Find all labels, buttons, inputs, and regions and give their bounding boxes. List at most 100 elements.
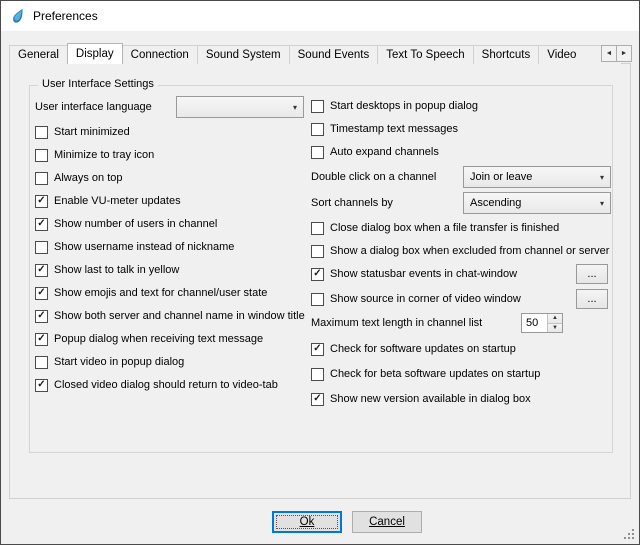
checkbox-box: ✓	[35, 379, 48, 392]
spinbox-buttons: ▲ ▼	[547, 314, 562, 332]
checkbox-check-beta-updates[interactable]: Check for beta software updates on start…	[311, 366, 540, 382]
statusbar-events-more-button[interactable]: ...	[576, 264, 608, 284]
checkbox-box	[35, 172, 48, 185]
checkbox-always-on-top[interactable]: Always on top	[35, 170, 122, 186]
preferences-dialog: Preferences General Display Connection S…	[0, 0, 640, 545]
checkbox-statusbar-events[interactable]: ✓ Show statusbar events in chat-window	[311, 266, 517, 282]
checkbox-show-number-of-users[interactable]: ✓ Show number of users in channel	[35, 216, 217, 232]
double-click-combobox-value: Join or leave	[470, 171, 532, 183]
tab-scroll-right-icon[interactable]: ►	[616, 45, 632, 62]
title-bar[interactable]: Preferences	[1, 1, 639, 31]
checkbox-timestamp-messages[interactable]: Timestamp text messages	[311, 121, 458, 137]
checkbox-box	[311, 293, 324, 306]
sort-channels-combobox[interactable]: Ascending ▾	[463, 192, 611, 214]
checkbox-label: Always on top	[54, 172, 122, 184]
checkbox-show-last-to-talk[interactable]: ✓ Show last to talk in yellow	[35, 262, 179, 278]
checkbox-start-video-popup[interactable]: Start video in popup dialog	[35, 354, 184, 370]
max-text-length-label: Maximum text length in channel list	[311, 315, 482, 331]
checkbox-label: Show emojis and text for channel/user st…	[54, 287, 267, 299]
checkbox-label: Show username instead of nickname	[54, 241, 234, 253]
checkbox-box: ✓	[35, 218, 48, 231]
ok-button[interactable]: Ok	[272, 511, 342, 533]
checkbox-label: Start minimized	[54, 126, 130, 138]
checkbox-show-new-version[interactable]: ✓ Show new version available in dialog b…	[311, 391, 531, 407]
language-label: User interface language	[35, 99, 152, 115]
checkbox-label: Auto expand channels	[330, 146, 439, 158]
checkbox-box	[311, 146, 324, 159]
checkbox-box: ✓	[35, 287, 48, 300]
tab-text-to-speech[interactable]: Text To Speech	[377, 45, 473, 64]
resize-grip-icon[interactable]	[623, 528, 636, 541]
checkbox-show-server-channel-title[interactable]: ✓ Show both server and channel name in w…	[35, 308, 305, 324]
chevron-down-icon: ▾	[293, 103, 297, 112]
checkbox-box: ✓	[35, 195, 48, 208]
checkbox-start-desktops-popup[interactable]: Start desktops in popup dialog	[311, 98, 478, 114]
checkbox-box: ✓	[35, 264, 48, 277]
checkbox-minimize-to-tray[interactable]: Minimize to tray icon	[35, 147, 154, 163]
checkbox-popup-text-message[interactable]: ✓ Popup dialog when receiving text messa…	[35, 331, 263, 347]
sort-channels-combobox-value: Ascending	[470, 197, 521, 209]
group-title: User Interface Settings	[38, 78, 158, 90]
checkbox-box	[311, 222, 324, 235]
checkbox-dialog-when-excluded[interactable]: Show a dialog box when excluded from cha…	[311, 243, 609, 259]
tab-bar: General Display Connection Sound System …	[9, 43, 621, 64]
checkbox-label: Start video in popup dialog	[54, 356, 184, 368]
spin-down-icon[interactable]: ▼	[548, 323, 562, 333]
window-title: Preferences	[33, 9, 98, 23]
checkbox-box	[35, 149, 48, 162]
checkbox-label: Check for beta software updates on start…	[330, 368, 540, 380]
checkbox-show-emojis[interactable]: ✓ Show emojis and text for channel/user …	[35, 285, 267, 301]
ok-button-label: Ok	[300, 516, 315, 528]
checkbox-video-source-corner[interactable]: Show source in corner of video window	[311, 291, 521, 307]
checkbox-label: Show last to talk in yellow	[54, 264, 179, 276]
checkbox-box: ✓	[35, 310, 48, 323]
sort-channels-label: Sort channels by	[311, 195, 393, 211]
checkbox-box: ✓	[311, 268, 324, 281]
tab-scroll-buttons: ◄ ►	[601, 45, 632, 62]
checkbox-box: ✓	[311, 343, 324, 356]
checkbox-label: Minimize to tray icon	[54, 149, 154, 161]
tab-sound-system[interactable]: Sound System	[197, 45, 290, 64]
language-combobox[interactable]: ▾	[176, 96, 304, 118]
chevron-down-icon: ▾	[600, 199, 604, 208]
max-text-length-spinbox[interactable]: 50 ▲ ▼	[521, 313, 563, 333]
tab-display[interactable]: Display	[67, 43, 123, 64]
tab-shortcuts[interactable]: Shortcuts	[473, 45, 540, 64]
checkbox-label: Show both server and channel name in win…	[54, 310, 305, 322]
app-logo-icon	[10, 8, 26, 24]
checkbox-enable-vu-meter[interactable]: ✓ Enable VU-meter updates	[35, 193, 181, 209]
checkbox-label: Show number of users in channel	[54, 218, 217, 230]
checkbox-box: ✓	[35, 333, 48, 346]
checkbox-auto-expand-channels[interactable]: Auto expand channels	[311, 144, 439, 160]
tab-scroll-left-icon[interactable]: ◄	[601, 45, 617, 62]
checkbox-show-username[interactable]: Show username instead of nickname	[35, 239, 234, 255]
tab-sound-events[interactable]: Sound Events	[289, 45, 379, 64]
double-click-combobox[interactable]: Join or leave ▾	[463, 166, 611, 188]
checkbox-closed-video-return[interactable]: ✓ Closed video dialog should return to v…	[35, 377, 278, 393]
cancel-button[interactable]: Cancel	[352, 511, 422, 533]
checkbox-box	[35, 356, 48, 369]
checkbox-label: Closed video dialog should return to vid…	[54, 379, 278, 391]
checkbox-box	[311, 245, 324, 258]
checkbox-box	[311, 368, 324, 381]
checkbox-label: Close dialog box when a file transfer is…	[330, 222, 559, 234]
checkbox-start-minimized[interactable]: Start minimized	[35, 124, 130, 140]
checkbox-label: Popup dialog when receiving text message	[54, 333, 263, 345]
checkbox-label: Show source in corner of video window	[330, 293, 521, 305]
tab-connection[interactable]: Connection	[122, 45, 198, 64]
tab-general[interactable]: General	[9, 45, 68, 64]
checkbox-box	[35, 126, 48, 139]
video-source-more-button[interactable]: ...	[576, 289, 608, 309]
checkbox-label: Timestamp text messages	[330, 123, 458, 135]
checkbox-label: Start desktops in popup dialog	[330, 100, 478, 112]
checkbox-check-updates[interactable]: ✓ Check for software updates on startup	[311, 341, 516, 357]
spinbox-value[interactable]: 50	[522, 314, 547, 332]
checkbox-close-on-file-transfer[interactable]: Close dialog box when a file transfer is…	[311, 220, 559, 236]
checkbox-box	[311, 123, 324, 136]
cancel-button-label: Cancel	[369, 516, 405, 528]
checkbox-label: Check for software updates on startup	[330, 343, 516, 355]
spin-up-icon[interactable]: ▲	[548, 314, 562, 323]
checkbox-label: Show a dialog box when excluded from cha…	[330, 245, 609, 257]
checkbox-box	[35, 241, 48, 254]
checkbox-label: Enable VU-meter updates	[54, 195, 181, 207]
